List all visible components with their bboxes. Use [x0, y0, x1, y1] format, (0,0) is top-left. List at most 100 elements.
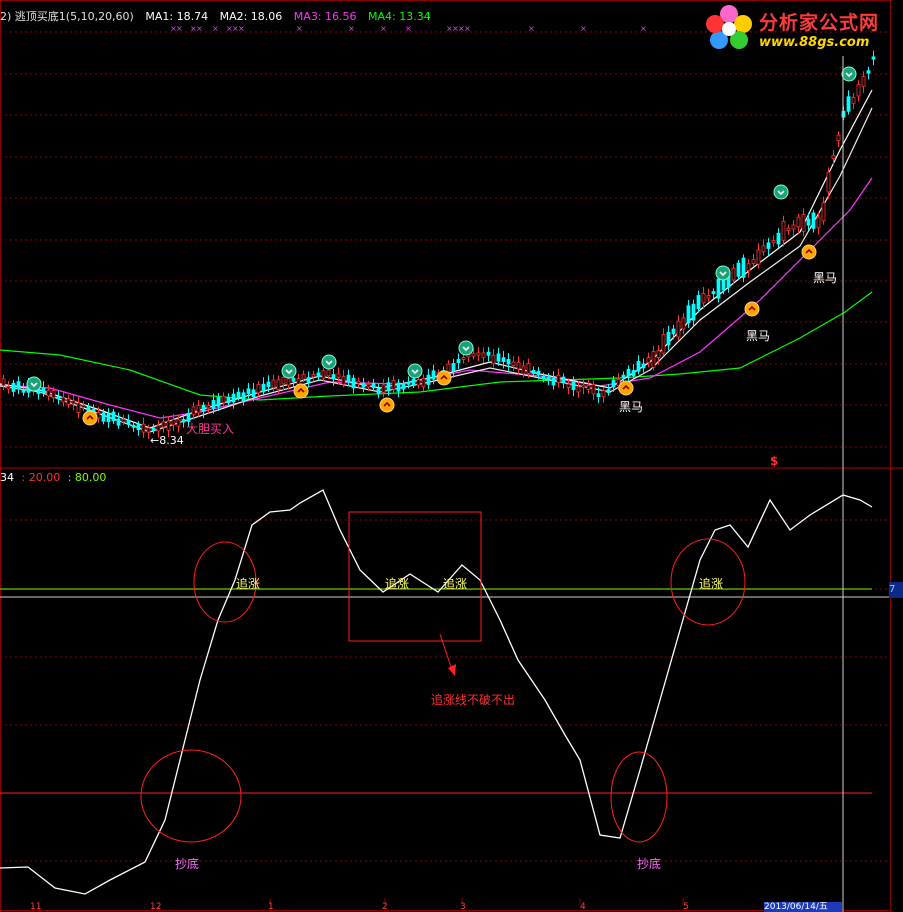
candle-body[interactable]	[106, 413, 111, 422]
candle-body[interactable]	[696, 295, 701, 310]
candle-body[interactable]	[101, 412, 106, 422]
candle-body[interactable]	[791, 224, 796, 230]
candle-body[interactable]	[751, 259, 756, 264]
candle-body[interactable]	[646, 357, 651, 364]
candle-body[interactable]	[471, 352, 476, 357]
candle-body[interactable]	[461, 357, 466, 360]
candle-body[interactable]	[756, 249, 761, 265]
candle-body[interactable]	[61, 396, 66, 403]
candle-body[interactable]	[181, 419, 186, 423]
candle-body[interactable]	[836, 134, 841, 141]
sell-signal-icon[interactable]	[407, 363, 423, 379]
candle-body[interactable]	[196, 405, 201, 414]
candle-body[interactable]	[1, 378, 6, 386]
candle-body[interactable]	[566, 383, 571, 389]
candle-body[interactable]	[201, 404, 206, 412]
candle-body[interactable]	[731, 267, 736, 281]
sell-signal-icon[interactable]	[26, 376, 42, 392]
candle-body[interactable]	[236, 391, 241, 398]
candle-body[interactable]	[266, 381, 271, 388]
candle-body[interactable]	[411, 378, 416, 386]
candle-body[interactable]	[11, 382, 16, 392]
candle-body[interactable]	[686, 305, 691, 324]
buy-signal-icon[interactable]	[744, 301, 760, 317]
candle-body[interactable]	[156, 425, 161, 432]
buy-signal-icon[interactable]	[82, 410, 98, 426]
candle-body[interactable]	[356, 380, 361, 384]
candle-body[interactable]	[281, 376, 286, 385]
candle-body[interactable]	[476, 352, 481, 356]
candle-body[interactable]	[741, 257, 746, 278]
candle-body[interactable]	[166, 420, 171, 431]
candle-body[interactable]	[146, 427, 151, 433]
candle-body[interactable]	[291, 377, 296, 382]
candle-body[interactable]	[66, 398, 71, 405]
candle-body[interactable]	[41, 387, 46, 394]
candle-body[interactable]	[501, 357, 506, 363]
candle-body[interactable]	[56, 396, 61, 400]
buy-signal-icon[interactable]	[618, 380, 634, 396]
candle-body[interactable]	[381, 384, 386, 393]
candle-body[interactable]	[161, 421, 166, 428]
candle-body[interactable]	[361, 382, 366, 388]
candle-body[interactable]	[241, 392, 246, 402]
candle-body[interactable]	[191, 406, 196, 416]
candle-body[interactable]	[456, 359, 461, 363]
candle-body[interactable]	[116, 418, 121, 426]
sell-signal-icon[interactable]	[773, 184, 789, 200]
candle-body[interactable]	[606, 389, 611, 394]
candle-body[interactable]	[866, 70, 871, 74]
candle-body[interactable]	[311, 374, 316, 378]
candle-body[interactable]	[691, 303, 696, 321]
candle-body[interactable]	[491, 355, 496, 365]
candle-body[interactable]	[256, 383, 261, 394]
candle-body[interactable]	[596, 393, 601, 398]
buy-signal-icon[interactable]	[801, 244, 817, 260]
candle-body[interactable]	[811, 212, 816, 229]
signal-markers[interactable]	[26, 66, 857, 426]
candle-body[interactable]	[301, 373, 306, 380]
candle-body[interactable]	[871, 56, 876, 60]
candle-body[interactable]	[716, 278, 721, 299]
candle-body[interactable]	[371, 382, 376, 389]
candle-body[interactable]	[761, 245, 766, 253]
candle-body[interactable]	[176, 419, 181, 427]
candle-body[interactable]	[571, 382, 576, 391]
candle-body[interactable]	[541, 375, 546, 380]
candle-body[interactable]	[121, 418, 126, 423]
candle-body[interactable]	[351, 377, 356, 389]
candle-body[interactable]	[131, 424, 136, 428]
candle-body[interactable]	[171, 419, 176, 426]
candle-body[interactable]	[276, 379, 281, 390]
candle-body[interactable]	[126, 420, 131, 425]
candle-body[interactable]	[251, 389, 256, 398]
candle-body[interactable]	[796, 216, 801, 228]
candle-body[interactable]	[651, 351, 656, 368]
buy-signal-icon[interactable]	[293, 383, 309, 399]
candle-body[interactable]	[561, 376, 566, 384]
candle-body[interactable]	[481, 352, 486, 358]
candle-body[interactable]	[506, 359, 511, 365]
candle-body[interactable]	[736, 262, 741, 277]
candle-body[interactable]	[676, 320, 681, 338]
candle-body[interactable]	[641, 363, 646, 369]
candle-body[interactable]	[806, 218, 811, 226]
candle-body[interactable]	[486, 351, 491, 356]
candle-body[interactable]	[516, 361, 521, 370]
candle-body[interactable]	[636, 361, 641, 372]
candle-body[interactable]	[661, 333, 666, 354]
sell-signal-icon[interactable]	[281, 363, 297, 379]
candle-body[interactable]	[221, 395, 226, 404]
candle-body[interactable]	[766, 242, 771, 249]
candle-body[interactable]	[681, 317, 686, 330]
candle-body[interactable]	[426, 374, 431, 385]
candle-body[interactable]	[621, 374, 626, 379]
candle-body[interactable]	[21, 389, 26, 393]
candle-body[interactable]	[226, 397, 231, 404]
sell-signal-icon[interactable]	[715, 265, 731, 281]
candle-body[interactable]	[231, 393, 236, 403]
candle-body[interactable]	[851, 97, 856, 104]
candle-body[interactable]	[556, 375, 561, 383]
candle-body[interactable]	[671, 328, 676, 335]
candle-body[interactable]	[216, 397, 221, 407]
